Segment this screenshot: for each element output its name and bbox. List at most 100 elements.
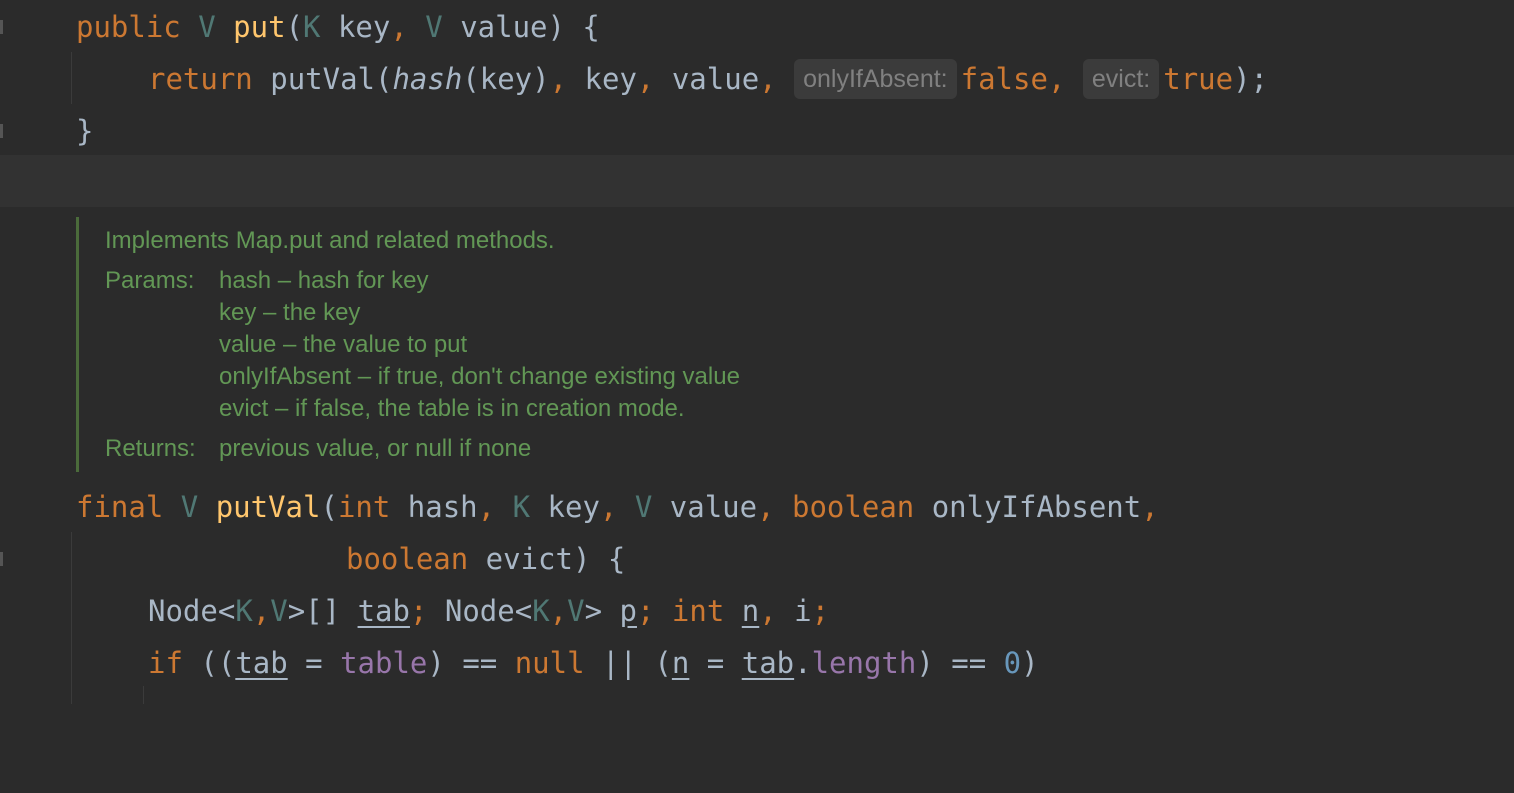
keyword: if [148, 646, 183, 680]
doc-param: evict – if false, the table is in creati… [219, 395, 685, 422]
type-name: Node< [148, 594, 236, 628]
code-line[interactable]: if ((tab = table) == null || (n = tab.le… [0, 637, 1039, 689]
parameter: evict [468, 542, 573, 576]
comma: , [599, 490, 618, 524]
operator: = [689, 646, 742, 680]
local-variable: tab [357, 594, 410, 628]
local-variable: n [671, 646, 690, 680]
parameter: key [320, 10, 391, 44]
doc-param: onlyIfAbsent – if true, don't change exi… [219, 363, 740, 390]
paren: ); [1233, 62, 1268, 96]
code-line[interactable]: return putVal(hash(key), key, value, onl… [0, 53, 1268, 105]
semicolon: ; [409, 594, 428, 628]
local-variable: tab [235, 646, 288, 680]
doc-returns: previous value, or null if none [219, 435, 532, 462]
type-parameter: K [235, 594, 253, 628]
operator: ) == [427, 646, 515, 680]
comma: , [636, 62, 655, 96]
semicolon: ; [636, 594, 655, 628]
local-variable: tab [741, 646, 795, 680]
parameter: value [652, 490, 758, 524]
type-parameter: V [425, 10, 443, 44]
operator: . [794, 646, 812, 680]
indent-guide [143, 686, 144, 704]
type-parameter: K [512, 490, 531, 524]
paren: ) [1021, 646, 1039, 680]
comma: , [252, 594, 271, 628]
argument: key [567, 62, 637, 96]
type-parameter: V [270, 594, 288, 628]
argument: value [654, 62, 760, 96]
doc-param: value – the value to put [219, 331, 468, 358]
semicolon: ; [811, 594, 830, 628]
code-line[interactable]: } [0, 105, 93, 157]
paren: (( [182, 646, 236, 680]
closing-brace: } [76, 114, 94, 148]
code-line[interactable]: final V putVal(int hash, K key, V value,… [0, 481, 1159, 533]
parameter: key [530, 490, 600, 524]
doc-summary: Implements Map.put and related methods. [105, 227, 555, 254]
parameter-hint: onlyIfAbsent: [794, 59, 957, 99]
type-name: > [584, 594, 620, 628]
indent-guide [71, 52, 72, 104]
parameter-hint: evict: [1082, 59, 1160, 99]
doc-params-label: Params: [105, 267, 195, 294]
doc-params-list: hash – hash for key key – the key value … [219, 267, 740, 427]
comma: , [759, 594, 777, 628]
indent-guide [71, 532, 72, 704]
paren: ) { [572, 542, 626, 576]
operator: ) == [916, 646, 1004, 680]
local-variable: p [619, 594, 637, 628]
type-parameter: V [198, 10, 216, 44]
comma: , [1047, 62, 1066, 96]
type-parameter: V [180, 490, 199, 524]
type-name: >[] [287, 594, 358, 628]
code-line[interactable]: boolean evict) { [0, 533, 625, 585]
argument: (key) [462, 62, 550, 96]
operator: = [287, 646, 341, 680]
literal: true [1163, 62, 1234, 96]
method-name: putVal [215, 490, 321, 524]
code-line[interactable]: public V put(K key, V value) { [0, 1, 600, 53]
code-editor[interactable]: public V put(K key, V value) { return pu… [0, 0, 1514, 704]
comma: , [390, 10, 408, 44]
code-line[interactable]: Node<K,V>[] tab; Node<K,V> p; int n, i; [0, 585, 829, 637]
type-parameter: V [634, 490, 653, 524]
doc-param: key – the key [219, 299, 361, 326]
field: table [340, 646, 428, 680]
comma: , [549, 62, 568, 96]
parameter: value [442, 10, 548, 44]
type-parameter: K [532, 594, 550, 628]
keyword: int [337, 490, 391, 524]
comma: , [757, 490, 775, 524]
keyword: public [76, 10, 181, 44]
doc-param: hash – hash for key [219, 267, 429, 294]
doc-returns-label: Returns: [105, 435, 196, 462]
paren: ) { [547, 10, 600, 44]
keyword: boolean [346, 542, 469, 576]
paren: ( [320, 490, 338, 524]
type-parameter: V [567, 594, 585, 628]
number-literal: 0 [1003, 646, 1022, 680]
literal: false [960, 62, 1048, 96]
comma: , [759, 62, 777, 96]
keyword: return [148, 62, 253, 96]
comma: , [1141, 490, 1159, 524]
method-name: put [233, 10, 286, 44]
operator: || ( [584, 646, 672, 680]
type-parameter: K [303, 10, 321, 44]
field: length [811, 646, 917, 680]
static-method-call: hash [392, 62, 463, 96]
method-call: putVal( [270, 62, 393, 96]
current-line-highlight [0, 155, 1514, 207]
rendered-javadoc[interactable]: Implements Map.put and related methods. … [76, 217, 979, 472]
local-variable: n [741, 594, 760, 628]
keyword: null [514, 646, 585, 680]
parameter: onlyIfAbsent [914, 490, 1142, 524]
parameter: hash [390, 490, 478, 524]
keyword: final [76, 490, 164, 524]
keyword: boolean [792, 490, 915, 524]
type-name: Node< [427, 594, 533, 628]
comma: , [549, 594, 568, 628]
paren: ( [285, 10, 304, 44]
